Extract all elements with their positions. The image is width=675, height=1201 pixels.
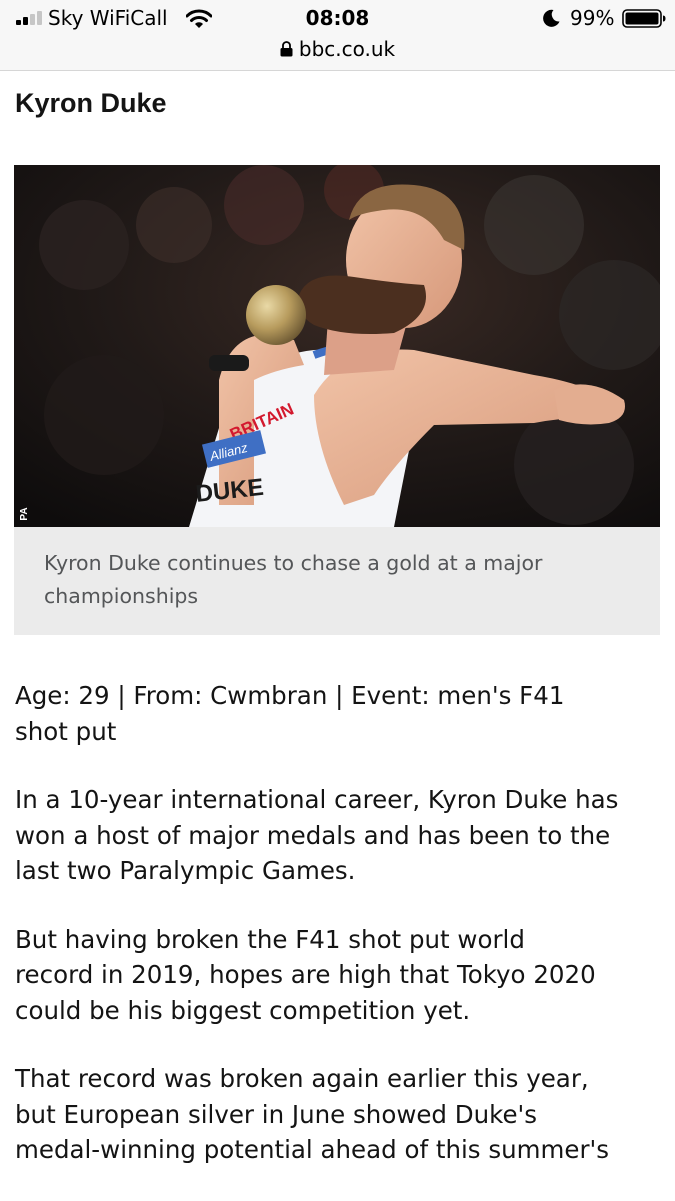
paragraph-line: But having broken the F41 shot put world	[15, 924, 525, 954]
paragraph-line: last two Paralympic Games.	[15, 856, 356, 885]
paragraph-line: Age: 29 | From: Cwmbran | Event: men's F…	[15, 681, 565, 710]
caption-line: championships	[44, 584, 199, 608]
article-figure: BRITAIN Allianz DUKE PA Kyron Duke conti…	[14, 165, 660, 635]
paragraph-line: shot put	[15, 716, 117, 746]
image-caption-box: Kyron Duke continues to chase a gold at …	[14, 527, 660, 635]
paragraph-line: record in 2019, hopes are high that Toky…	[15, 960, 596, 989]
image-caption: Kyron Duke continues to chase a gold at …	[44, 547, 630, 613]
article-paragraph: That record was broken again earlier thi…	[15, 1061, 665, 1168]
url-text: bbc.co.uk	[298, 37, 396, 61]
paragraph-line: but European silver in June showed Duke'…	[15, 1099, 538, 1129]
battery-icon	[622, 9, 666, 28]
status-bar: Sky WiFiCall 08:08 99%	[0, 0, 675, 36]
article-title: Kyron Duke	[15, 88, 167, 118]
battery-percentage: 99%	[570, 6, 615, 30]
url-display[interactable]: bbc.co.uk	[0, 36, 675, 62]
athlete-photo: BRITAIN Allianz DUKE	[14, 165, 660, 527]
caption-line: Kyron Duke continues to chase a gold at …	[44, 551, 543, 575]
article-paragraph: In a 10-year international career, Kyron…	[15, 782, 665, 889]
article-body: Age: 29 | From: Cwmbran | Event: men's F…	[15, 678, 665, 1201]
paragraph-line: could be his biggest competition yet.	[15, 995, 471, 1025]
article-paragraph: But having broken the F41 shot put world…	[15, 922, 665, 1029]
paragraph-line: medal-winning potential ahead of this su…	[15, 1135, 610, 1164]
photo-credit: PA	[19, 507, 30, 521]
paragraph-line: That record was broken again earlier thi…	[15, 1064, 589, 1093]
browser-address-bar[interactable]: bbc.co.uk	[0, 36, 675, 71]
lock-icon	[280, 41, 293, 57]
paragraph-line: won a host of major medals and has been …	[15, 820, 611, 850]
athlete-profile-paragraph: Age: 29 | From: Cwmbran | Event: men's F…	[15, 678, 665, 749]
do-not-disturb-moon-icon	[543, 9, 560, 27]
paragraph-line: In a 10-year international career, Kyron…	[15, 785, 619, 814]
